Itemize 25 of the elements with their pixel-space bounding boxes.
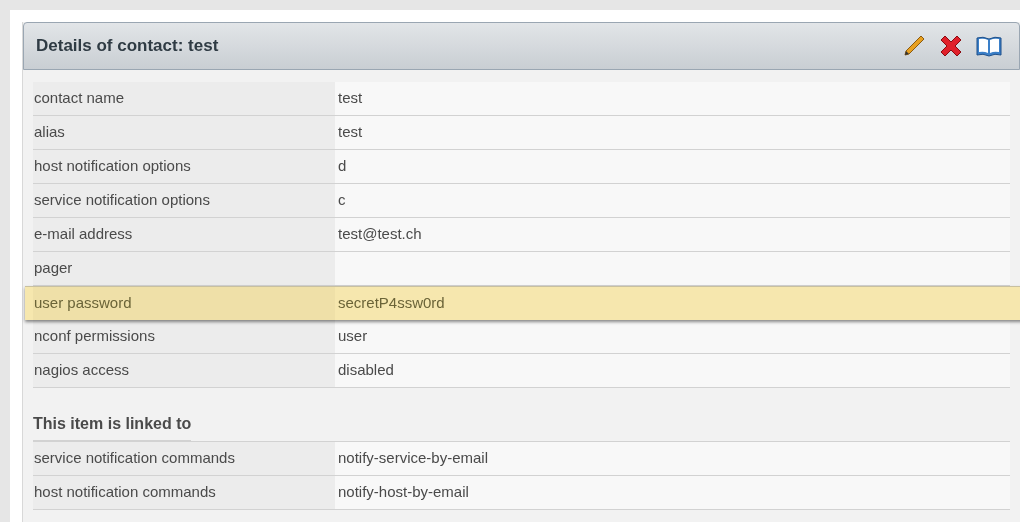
panel-title: Details of contact: test [36, 35, 219, 58]
field-value: secretP4ssw0rd [337, 293, 446, 314]
field-label: host notification commands [33, 476, 335, 509]
field-label: host notification options [33, 150, 335, 183]
field-value: test@test.ch [335, 218, 1010, 251]
field-label: pager [33, 252, 335, 285]
field-value: user [335, 320, 1010, 353]
field-label: nconf permissions [33, 320, 335, 353]
field-value: test [335, 116, 1010, 149]
field-label: e-mail address [33, 218, 335, 251]
field-value: test [335, 82, 1010, 115]
section-heading: This item is linked to [33, 388, 192, 441]
field-value: notify-service-by-email [335, 442, 1010, 475]
field-value: notify-host-by-email [335, 476, 1010, 509]
field-label: nagios access [33, 354, 335, 387]
field-label: alias [33, 116, 335, 149]
field-label: service notification commands [33, 442, 335, 475]
field-label: contact name [33, 82, 335, 115]
field-value: d [335, 150, 1010, 183]
field-label: user password [33, 287, 335, 320]
field-label: service notification options [33, 184, 335, 217]
pencil-icon[interactable] [901, 33, 927, 59]
field-value: disabled [335, 354, 1010, 387]
selected-row[interactable]: user password secretP4ssw0rd [25, 286, 1020, 320]
field-value: c [335, 184, 1010, 217]
